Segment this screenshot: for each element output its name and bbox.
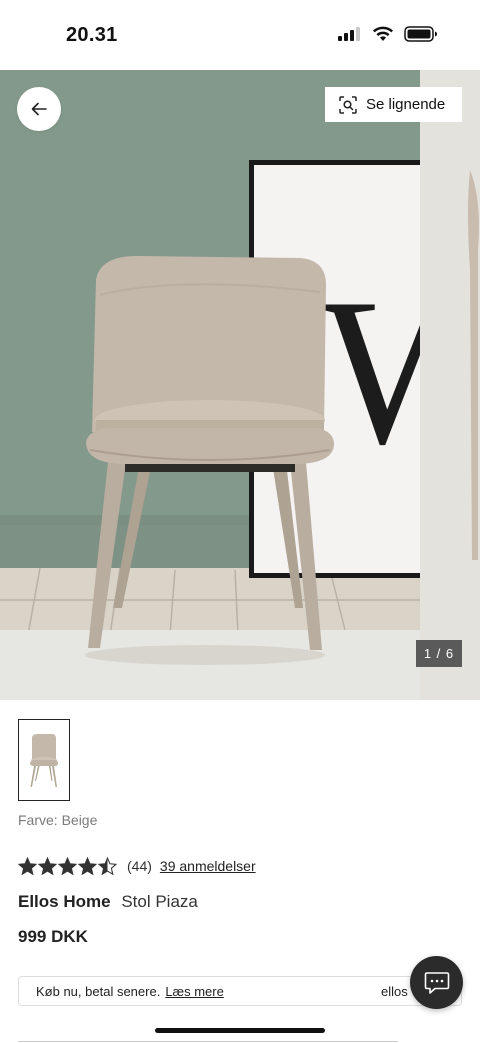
product-brand[interactable]: Ellos Home: [18, 892, 111, 911]
chat-button[interactable]: [410, 956, 463, 1009]
visual-search-icon: [339, 95, 357, 114]
product-name: Stol Piaza: [121, 892, 198, 911]
divider: [18, 1041, 398, 1042]
rating-count: (44): [127, 858, 152, 874]
star-icon: [78, 857, 97, 875]
status-time: 20.31: [66, 24, 118, 46]
star-icon: [38, 857, 57, 875]
color-label: Farve: Beige: [18, 812, 98, 828]
chat-bubble-icon: [424, 971, 449, 994]
pay-later-read-more-link[interactable]: Læs mere: [165, 984, 224, 999]
star-icon: [98, 857, 117, 875]
signal-icon: [338, 27, 360, 41]
star-icon: [58, 857, 77, 875]
see-similar-label: Se lignende: [366, 96, 446, 113]
color-variant-thumbnail[interactable]: [18, 719, 70, 801]
see-similar-button[interactable]: Se lignende: [325, 87, 462, 122]
arrow-left-icon: [31, 102, 47, 116]
product-title: Ellos Home Stol Piaza: [18, 892, 198, 912]
wifi-icon: [373, 26, 393, 41]
back-button[interactable]: [17, 87, 61, 131]
battery-icon: [404, 26, 437, 42]
pay-later-banner: Køb nu, betal senere. Læs mere ellos: [18, 976, 462, 1006]
reviews-link[interactable]: 39 anmeldelser: [160, 858, 256, 874]
home-indicator[interactable]: [155, 1028, 325, 1033]
rating-row: (44) 39 anmeldelser: [18, 856, 256, 876]
status-icons: [338, 26, 438, 42]
pay-later-text: Køb nu, betal senere.: [36, 983, 161, 999]
status-bar: 20.31: [0, 0, 480, 70]
star-rating: [18, 857, 117, 875]
chair-thumbnail: [30, 734, 58, 787]
pay-later-provider: ellos: [381, 984, 408, 999]
product-photo: W: [0, 70, 480, 700]
product-price: 999 DKK: [18, 927, 88, 946]
product-image-gallery[interactable]: W: [0, 70, 480, 700]
star-icon: [18, 857, 37, 875]
gallery-page-indicator: 1 / 6: [416, 640, 462, 667]
